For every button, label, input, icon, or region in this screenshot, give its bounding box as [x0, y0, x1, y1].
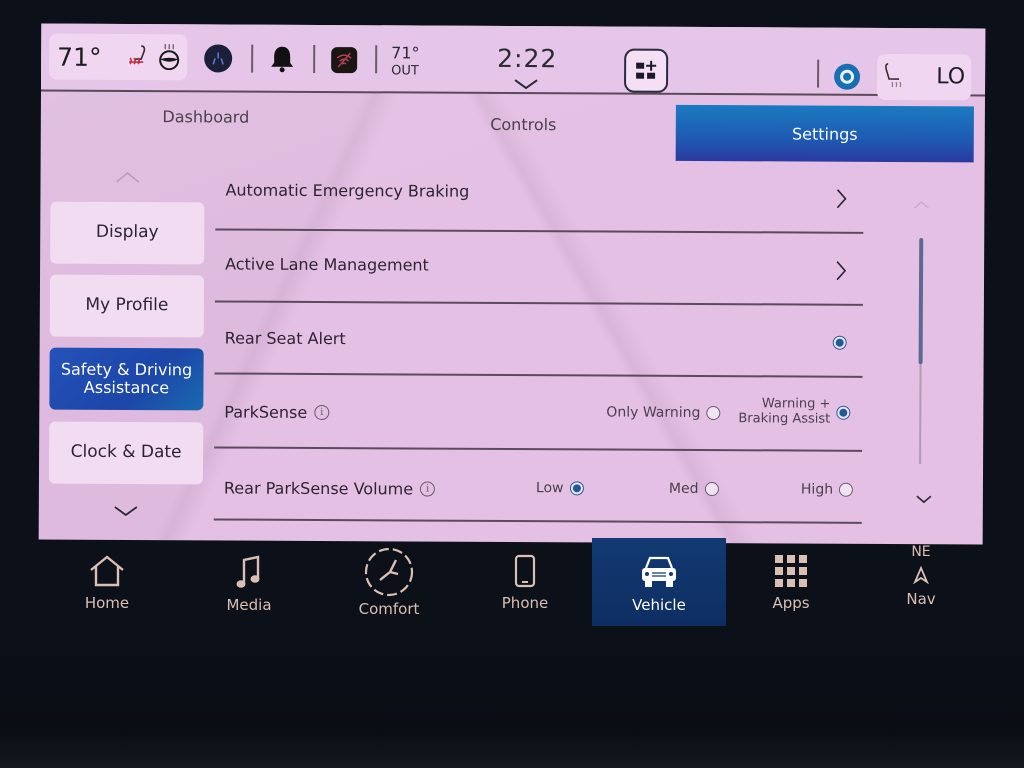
list-scroll-up-icon[interactable] — [912, 200, 930, 210]
add-widget-button[interactable] — [624, 48, 669, 93]
radio-button[interactable] — [839, 482, 854, 497]
comfort-seat-icon — [364, 547, 414, 597]
home-icon — [90, 555, 124, 587]
bell-icon[interactable] — [269, 44, 295, 74]
infotainment-screen: 71° 71° OUT 2:22 LO Dashboard Controls S… — [38, 23, 986, 545]
radio-button[interactable] — [569, 481, 584, 496]
setting-row-rear-parksense-volume: Rear ParkSense Volume i Low Med High — [213, 448, 863, 524]
volume-option-med[interactable]: Med — [669, 481, 719, 497]
tab-controls[interactable]: Controls — [371, 95, 676, 153]
rear-seat-alert-toggle[interactable] — [832, 335, 847, 350]
sidebar-scroll-down-icon[interactable] — [113, 504, 139, 518]
sidebar-item-safety-driving-assistance[interactable]: Safety & Driving Assistance — [49, 347, 204, 411]
compass-heading: NE — [911, 544, 931, 560]
wifi-off-icon[interactable] — [331, 47, 358, 74]
passenger-climate-control[interactable]: LO — [876, 53, 972, 101]
divider — [251, 44, 254, 73]
heated-seat-icon[interactable] — [127, 44, 149, 70]
list-scroll-down-icon[interactable] — [915, 494, 933, 504]
info-icon[interactable]: i — [314, 404, 330, 421]
sidebar-item-clock-date[interactable]: Clock & Date — [48, 421, 204, 485]
clock[interactable]: 2:22 — [497, 44, 557, 73]
driver-climate-control[interactable]: 71° — [49, 33, 188, 81]
tab-bar: Dashboard Controls Settings — [41, 94, 985, 163]
radio-button[interactable] — [706, 406, 721, 421]
tab-settings[interactable]: Settings — [675, 104, 974, 163]
sidebar-item-display[interactable]: Display — [50, 201, 205, 265]
bezel — [0, 640, 1024, 768]
nav-home[interactable]: Home — [40, 538, 174, 626]
nav-comfort[interactable]: Comfort — [322, 538, 456, 626]
passenger-temperature: LO — [936, 64, 966, 90]
chevron-right-icon[interactable] — [835, 260, 847, 282]
parksense-option-warning-braking-assist[interactable]: Warning + Braking Assist — [738, 396, 851, 427]
phone-icon — [514, 554, 536, 588]
tab-dashboard[interactable]: Dashboard — [41, 88, 371, 146]
divider — [375, 45, 378, 74]
sidebar-item-my-profile[interactable]: My Profile — [49, 274, 205, 338]
volume-option-low[interactable]: Low — [536, 480, 584, 496]
setting-row-rear-seat-alert: Rear Seat Alert — [214, 302, 863, 378]
setting-row-active-lane-management[interactable]: Active Lane Management — [214, 230, 864, 306]
radio-button[interactable] — [704, 482, 719, 497]
setting-label: Automatic Emergency Braking — [225, 180, 470, 201]
setting-label: ParkSense i — [224, 402, 330, 422]
driver-temperature: 71° — [57, 42, 102, 72]
setting-label: Active Lane Management — [225, 254, 429, 275]
apps-grid-icon — [775, 555, 807, 587]
setting-row-automatic-emergency-braking[interactable]: Automatic Emergency Braking — [215, 158, 864, 234]
nav-apps[interactable]: Apps — [724, 538, 858, 626]
radio-button[interactable] — [836, 405, 851, 420]
vehicle-icon — [642, 556, 676, 587]
status-bar: 71° 71° OUT 2:22 LO — [41, 23, 986, 101]
alexa-icon[interactable] — [834, 63, 861, 90]
music-note-icon — [236, 555, 260, 588]
scrollbar-thumb[interactable] — [918, 238, 924, 365]
passenger-seat-icon[interactable] — [883, 62, 907, 90]
bottom-navigation: Home Media Comfort Phone Vehicle Apps NE… — [40, 538, 984, 628]
info-icon[interactable]: i — [420, 481, 436, 497]
parksense-option-only-warning[interactable]: Only Warning — [606, 404, 721, 421]
navigation-arrow-icon — [913, 566, 929, 584]
nav-phone[interactable]: Phone — [458, 538, 592, 626]
driver-assist-icon[interactable] — [204, 44, 233, 73]
outside-temperature: 71° OUT — [391, 43, 420, 79]
setting-label: Rear ParkSense Volume i — [224, 478, 436, 498]
volume-option-high[interactable]: High — [801, 482, 854, 498]
heated-steering-wheel-icon[interactable] — [157, 42, 181, 71]
divider — [313, 44, 316, 73]
setting-row-parksense: ParkSense i Only Warning Warning + Braki… — [214, 374, 863, 452]
widgets-add-icon — [636, 60, 657, 79]
setting-label: Rear Seat Alert — [224, 328, 346, 349]
nav-vehicle[interactable]: Vehicle — [592, 538, 726, 626]
chevron-down-icon[interactable] — [513, 78, 539, 90]
chevron-right-icon[interactable] — [835, 188, 847, 210]
nav-navigation[interactable]: NE Nav — [854, 538, 988, 626]
sidebar-scroll-up-icon[interactable] — [115, 170, 141, 184]
nav-media[interactable]: Media — [182, 538, 316, 626]
divider — [817, 59, 820, 88]
